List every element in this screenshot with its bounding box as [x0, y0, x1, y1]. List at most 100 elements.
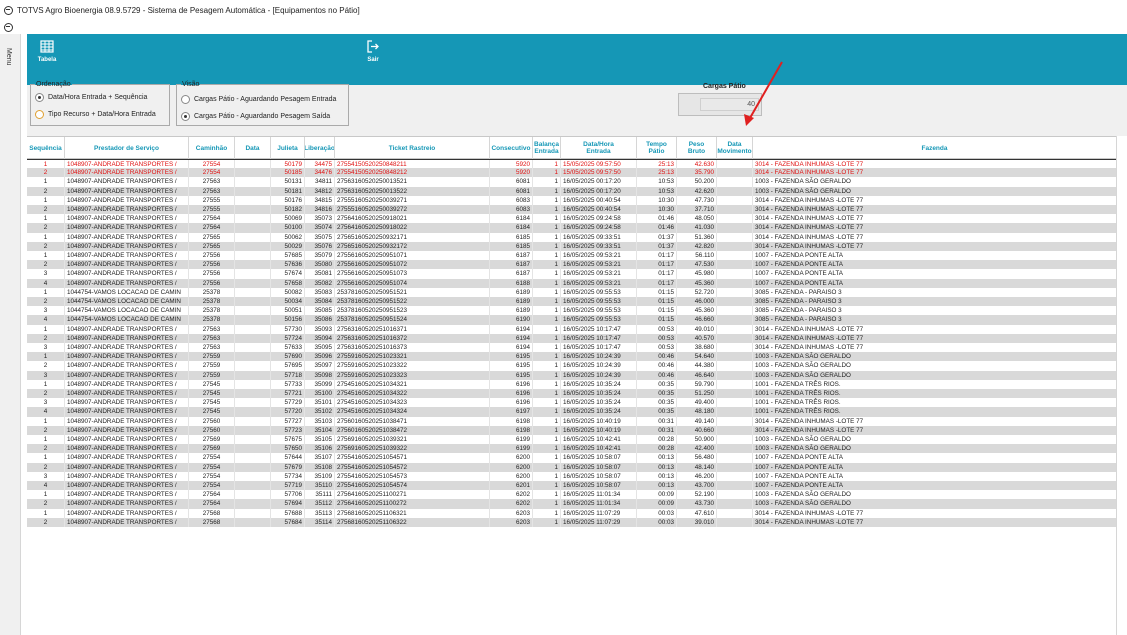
- table-row[interactable]: 1 1048907-ANDRADE TRANSPORTES /27563 57730…: [27, 324, 1127, 334]
- table-row[interactable]: 3 1048907-ANDRADE TRANSPORTES /27559 57718…: [27, 370, 1127, 380]
- cell-julieta: 57688: [271, 508, 305, 518]
- cell-movimento: [717, 315, 753, 325]
- cell-ticket: 27564160520250918022: [335, 223, 490, 233]
- table-row[interactable]: 1 1048907-ANDRADE TRANSPORTES /27554 50179…: [27, 159, 1127, 170]
- cell-balanca: 1: [533, 260, 561, 270]
- cell-ticket: 27559160520251023323: [335, 370, 490, 380]
- table-row[interactable]: 1 1048907-ANDRADE TRANSPORTES /27569 57675…: [27, 435, 1127, 445]
- column-header-prestador[interactable]: Prestador de Serviço: [65, 137, 189, 159]
- column-header-tempo[interactable]: Tempo Pátio: [637, 137, 677, 159]
- table-row[interactable]: 3 1044754-VAMOS LOCACAO DE CAMIN 25378 5005…: [27, 306, 1127, 316]
- cell-tempo: 01:15: [637, 287, 677, 297]
- tabela-button[interactable]: Tabela: [27, 40, 67, 80]
- cell-ticket: 27554160520251054572: [335, 462, 490, 472]
- ordenacao-option-tipo-recurso[interactable]: Tipo Recurso + Data/Hora Entrada: [35, 110, 156, 119]
- grid-scrollbar[interactable]: [1116, 136, 1127, 635]
- cell-prestador: 1048907-ANDRADE TRANSPORTES /: [65, 416, 189, 426]
- app-menu-icon[interactable]: [4, 23, 13, 32]
- cell-datahora: 16/05/2025 10:24:39: [561, 361, 637, 371]
- table-row[interactable]: 1 1048907-ANDRADE TRANSPORTES /27555 50176…: [27, 195, 1127, 205]
- table-row[interactable]: 3 1048907-ANDRADE TRANSPORTES /27556 57674…: [27, 269, 1127, 279]
- column-header-peso[interactable]: Peso Bruto: [677, 137, 717, 159]
- table-row[interactable]: 1 1048907-ANDRADE TRANSPORTES /27559 57690…: [27, 352, 1127, 362]
- column-header-sequencia[interactable]: Sequência: [27, 137, 65, 159]
- table-row[interactable]: 1 1048907-ANDRADE TRANSPORTES /27563 50131…: [27, 177, 1127, 187]
- table-row[interactable]: 2 1048907-ANDRADE TRANSPORTES /27559 57695…: [27, 361, 1127, 371]
- table-row[interactable]: 4 1048907-ANDRADE TRANSPORTES /27554 57719…: [27, 481, 1127, 491]
- cargas-patio-box: 40: [678, 93, 762, 116]
- column-header-julieta[interactable]: Julieta: [271, 137, 305, 159]
- cell-peso: 47.610: [677, 508, 717, 518]
- table-row[interactable]: 2 1048907-ANDRADE TRANSPORTES /27555 50182…: [27, 205, 1127, 215]
- menu-toggle[interactable]: Menu: [5, 48, 12, 66]
- column-header-balanca[interactable]: Balança Entrada: [533, 137, 561, 159]
- table-row[interactable]: 2 1048907-ANDRADE TRANSPORTES /27563 50181…: [27, 186, 1127, 196]
- cell-peso: 42.400: [677, 444, 717, 454]
- table-row[interactable]: 2 1048907-ANDRADE TRANSPORTES /27565 50029…: [27, 241, 1127, 251]
- table-row[interactable]: 2 1048907-ANDRADE TRANSPORTES /27545 57721…: [27, 389, 1127, 399]
- table-row[interactable]: 2 1048907-ANDRADE TRANSPORTES /27569 57650…: [27, 444, 1127, 454]
- table-row[interactable]: 3 1048907-ANDRADE TRANSPORTES /27545 57729…: [27, 398, 1127, 408]
- table-row[interactable]: 1 1048907-ANDRADE TRANSPORTES /27554 57644…: [27, 453, 1127, 463]
- table-row[interactable]: 4 1048907-ANDRADE TRANSPORTES /27545 57720…: [27, 407, 1127, 417]
- table-row[interactable]: 2 1048907-ANDRADE TRANSPORTES /27560 57723…: [27, 425, 1127, 435]
- column-header-datahora[interactable]: Data/Hora Entrada: [561, 137, 637, 159]
- cell-ticket: 27563160520250013522: [335, 186, 490, 196]
- cell-consecutivo: 6194: [490, 333, 533, 343]
- cell-julieta: 57694: [271, 499, 305, 509]
- cell-data: [235, 232, 271, 242]
- cell-prestador: 1048907-ANDRADE TRANSPORTES /: [65, 435, 189, 445]
- cell-liberacao: 35100: [305, 389, 335, 399]
- cell-datahora: 15/05/2025 09:57:50: [561, 168, 637, 178]
- cell-fazenda: 3014 - FAZENDA INHUMAS -LOTE 77: [753, 232, 1117, 242]
- cell-fazenda: 1003 - FAZENDA SÃO GERALDO: [753, 186, 1117, 196]
- table-row[interactable]: 1 1048907-ANDRADE TRANSPORTES /27564 50069…: [27, 214, 1127, 224]
- table-row[interactable]: 1 1048907-ANDRADE TRANSPORTES /27560 57727…: [27, 416, 1127, 426]
- table-row[interactable]: 4 1044754-VAMOS LOCACAO DE CAMIN 25378 5015…: [27, 315, 1127, 325]
- visao-option-entrada[interactable]: Cargas Pátio - Aguardando Pesagem Entrad…: [181, 95, 336, 104]
- cell-tempo: 00:31: [637, 416, 677, 426]
- cell-movimento: [717, 205, 753, 215]
- table-row[interactable]: 3 1048907-ANDRADE TRANSPORTES /27563 57633…: [27, 343, 1127, 353]
- sair-button[interactable]: Sair: [353, 40, 393, 80]
- cell-ticket: 27563160520250013521: [335, 177, 490, 187]
- table-row[interactable]: 1 1048907-ANDRADE TRANSPORTES /27545 57733…: [27, 379, 1127, 389]
- table-row[interactable]: 1 1048907-ANDRADE TRANSPORTES /27565 50062…: [27, 232, 1127, 242]
- cell-balanca: 1: [533, 186, 561, 196]
- column-header-ticket[interactable]: Ticket Rastreio: [335, 137, 490, 159]
- table-row[interactable]: 2 1048907-ANDRADE TRANSPORTES /27564 50100…: [27, 223, 1127, 233]
- table-row[interactable]: 2 1044754-VAMOS LOCACAO DE CAMIN 25378 5003…: [27, 297, 1127, 307]
- column-header-movimento[interactable]: Data Movimento: [717, 137, 753, 159]
- column-header-data[interactable]: Data: [235, 137, 271, 159]
- cell-datahora: 16/05/2025 10:58:07: [561, 462, 637, 472]
- column-header-fazenda[interactable]: Fazenda: [753, 137, 1117, 159]
- cell-consecutivo: 6198: [490, 425, 533, 435]
- table-row[interactable]: 2 1048907-ANDRADE TRANSPORTES /27568 57684…: [27, 517, 1127, 527]
- visao-option-saida[interactable]: Cargas Pátio - Aguardando Pesagem Saída: [181, 112, 330, 121]
- table-row[interactable]: 1 1048907-ANDRADE TRANSPORTES /27556 57685…: [27, 251, 1127, 261]
- table-row[interactable]: 2 1048907-ANDRADE TRANSPORTES /27556 57636…: [27, 260, 1127, 270]
- table-row[interactable]: 4 1048907-ANDRADE TRANSPORTES /27556 57658…: [27, 278, 1127, 288]
- table-row[interactable]: 2 1048907-ANDRADE TRANSPORTES /27554 57679…: [27, 462, 1127, 472]
- cell-sequencia: 3: [27, 471, 65, 481]
- cell-sequencia: 1: [27, 416, 65, 426]
- column-header-consecutivo[interactable]: Consecutivo: [490, 137, 533, 159]
- table-row[interactable]: 2 1048907-ANDRADE TRANSPORTES /27563 57724…: [27, 333, 1127, 343]
- table-row[interactable]: 1 1048907-ANDRADE TRANSPORTES /27568 57688…: [27, 508, 1127, 518]
- cell-data: [235, 186, 271, 196]
- table-row[interactable]: 1 1048907-ANDRADE TRANSPORTES /27564 57706…: [27, 490, 1127, 500]
- column-header-caminhao[interactable]: Caminhão: [189, 137, 235, 159]
- cell-balanca: 1: [533, 315, 561, 325]
- cell-consecutivo: 6195: [490, 352, 533, 362]
- cell-consecutivo: 6083: [490, 195, 533, 205]
- table-row[interactable]: 3 1048907-ANDRADE TRANSPORTES /27554 57734…: [27, 471, 1127, 481]
- visao-option-label: Cargas Pátio - Aguardando Pesagem Saída: [194, 113, 331, 120]
- cell-data: [235, 195, 271, 205]
- table-row[interactable]: 2 1048907-ANDRADE TRANSPORTES /27564 57694…: [27, 499, 1127, 509]
- table-row[interactable]: 2 1048907-ANDRADE TRANSPORTES /27554 50185…: [27, 168, 1127, 178]
- cell-peso: 46.200: [677, 471, 717, 481]
- column-header-liberacao[interactable]: Liberação: [305, 137, 335, 159]
- cell-caminhao: 27564: [189, 490, 235, 500]
- ordenacao-option-data-hora[interactable]: Data/Hora Entrada + Sequência: [35, 93, 147, 102]
- table-row[interactable]: 1 1044754-VAMOS LOCACAO DE CAMIN 25378 5008…: [27, 287, 1127, 297]
